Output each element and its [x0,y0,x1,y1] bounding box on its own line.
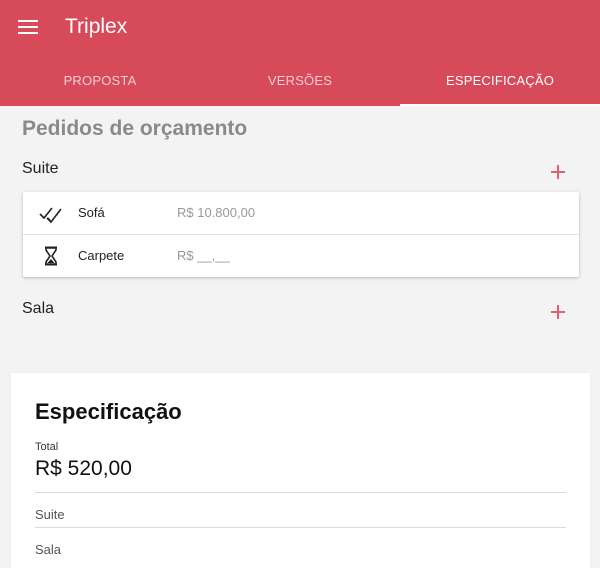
add-suite-item-button[interactable] [548,162,568,182]
menu-icon[interactable] [18,20,38,36]
tab-proposta[interactable]: PROPOSTA [0,58,200,106]
group-name-sala: Sala [22,300,55,317]
spec-panel: Especificação Total R$ 520,00 Suite Sala [11,373,590,568]
app-bar: Triplex PROPOSTA VERSÕES ESPECIFICAÇÃO [0,0,600,106]
hourglass-icon [45,246,57,266]
list-item[interactable]: Carpete R$ __,__ [23,234,579,276]
spec-item-suite[interactable]: Suite [35,507,65,522]
spec-title: Especificação [35,399,182,424]
spec-item-sala[interactable]: Sala [35,542,61,557]
item-price: R$ __,__ [177,248,230,263]
divider [35,527,566,528]
item-name: Carpete [78,248,125,263]
list-item[interactable]: Sofá R$ 10.800,00 [23,192,579,234]
item-price: R$ 10.800,00 [177,205,256,220]
divider [35,492,566,493]
app-title: Triplex [65,15,128,38]
tab-versoes[interactable]: VERSÕES [200,58,400,106]
group-name-suite: Suite [22,160,59,177]
item-name: Sofá [78,205,105,220]
total-value: R$ 520,00 [35,457,132,480]
suite-items-card: Sofá R$ 10.800,00 Carpete R$ __,__ [23,192,579,277]
tab-bar: PROPOSTA VERSÕES ESPECIFICAÇÃO [0,58,600,106]
add-sala-item-button[interactable] [548,302,568,322]
total-label: Total [35,441,59,453]
page-title: Pedidos de orçamento [22,117,248,140]
tab-especificacao[interactable]: ESPECIFICAÇÃO [400,58,600,106]
double-check-icon [39,207,62,224]
